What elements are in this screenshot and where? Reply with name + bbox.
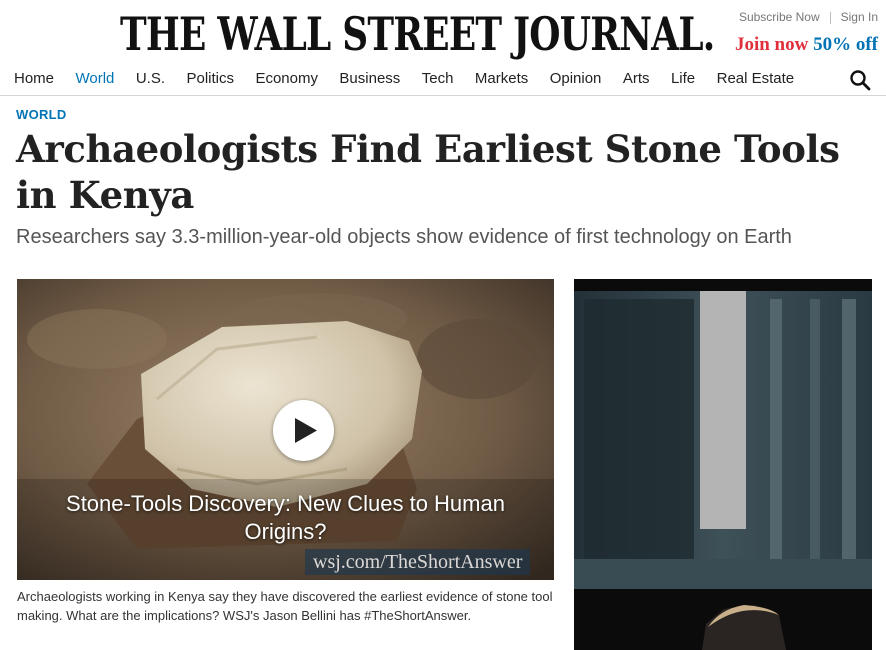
main-nav: Home World U.S. Politics Economy Busines… xyxy=(0,66,886,96)
video-url-overlay: wsj.com/TheShortAnswer xyxy=(305,549,531,575)
nav-item-life[interactable]: Life xyxy=(671,68,695,90)
promo-join-text: Join now xyxy=(734,34,809,55)
video-player[interactable]: Stone-Tools Discovery: New Clues to Huma… xyxy=(17,279,554,580)
video-caption: Archaeologists working in Kenya say they… xyxy=(17,589,553,623)
nav-item-markets[interactable]: Markets xyxy=(475,68,528,90)
wsj-logo[interactable]: THE WALL STREET JOURNAL. xyxy=(120,4,715,64)
nav-item-politics[interactable]: Politics xyxy=(186,68,234,90)
nav-item-us[interactable]: U.S. xyxy=(136,68,165,90)
masthead: THE WALL STREET JOURNAL. Subscribe Now Si… xyxy=(0,0,886,66)
play-icon xyxy=(295,418,317,443)
search-icon xyxy=(850,70,871,91)
ad-video-frame xyxy=(574,279,872,650)
nav-item-real-estate[interactable]: Real Estate xyxy=(717,68,795,90)
nav-item-economy[interactable]: Economy xyxy=(255,68,318,90)
nav-item-opinion[interactable]: Opinion xyxy=(550,68,602,90)
search-button[interactable] xyxy=(848,68,872,92)
play-button[interactable] xyxy=(273,400,334,461)
nav-item-arts[interactable]: Arts xyxy=(623,68,650,90)
nav-item-world[interactable]: World xyxy=(75,68,114,90)
link-divider xyxy=(829,11,831,24)
article-headline: Archaeologists Find Earliest Stone Tools… xyxy=(16,127,840,217)
nav-item-business[interactable]: Business xyxy=(339,68,400,90)
advertisement[interactable] xyxy=(574,279,872,650)
subscribe-now-link[interactable]: Subscribe Now xyxy=(739,10,820,24)
article-dek: Researchers say 3.3-million-year-old obj… xyxy=(16,226,792,248)
account-links: Subscribe Now Sign In xyxy=(739,10,878,24)
section-label[interactable]: WORLD xyxy=(16,107,67,122)
nav-list: Home World U.S. Politics Economy Busines… xyxy=(14,68,811,90)
sign-in-link[interactable]: Sign In xyxy=(841,10,878,24)
promo-offer-text: 50% off xyxy=(813,34,878,55)
video-title: Stone-Tools Discovery: New Clues to Huma… xyxy=(66,491,505,544)
nav-item-tech[interactable]: Tech xyxy=(422,68,454,90)
nav-item-home[interactable]: Home xyxy=(14,68,54,90)
subscription-promo[interactable]: Join now 50% off xyxy=(735,34,878,56)
